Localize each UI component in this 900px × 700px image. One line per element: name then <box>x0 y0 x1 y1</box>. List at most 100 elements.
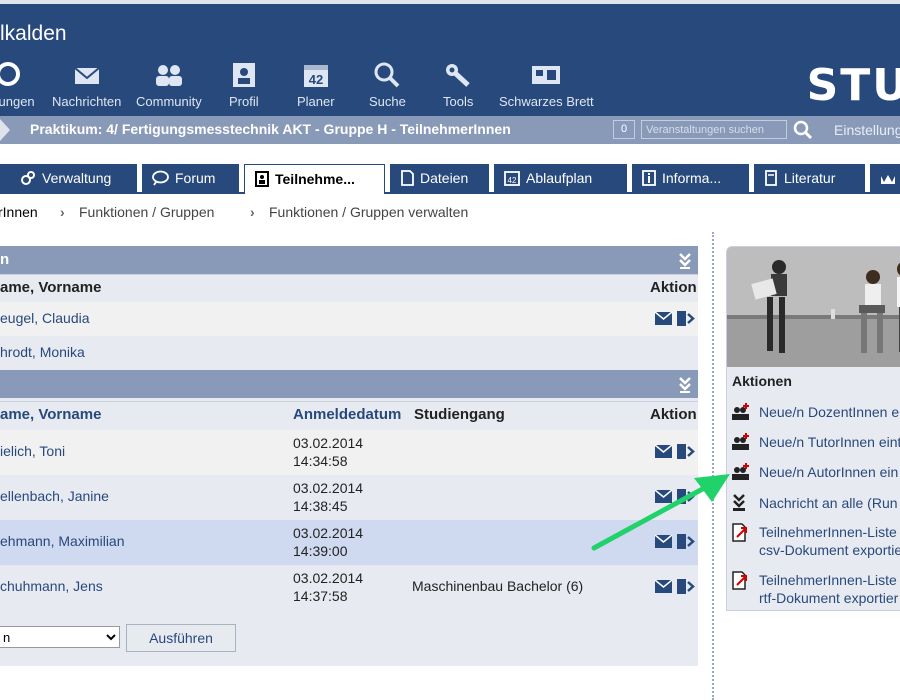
tab-participants[interactable]: Teilnehme... <box>244 164 385 194</box>
column-registration-date[interactable]: Anmeldedatum <box>293 402 401 428</box>
courses-icon <box>0 62 21 86</box>
nav-courses[interactable]: ltungen <box>0 62 35 109</box>
bulk-action-select[interactable]: n <box>0 626 120 648</box>
tab-information[interactable]: Informa... <box>632 164 749 192</box>
tab-more[interactable] <box>870 164 900 192</box>
nav-messages[interactable]: Nachrichten <box>52 62 121 109</box>
tab-schedule[interactable]: 42 Ablaufplan <box>494 164 627 192</box>
registration-date: 03.02.2014 <box>293 435 364 451</box>
mail-icon[interactable] <box>655 445 672 458</box>
study-program: Maschinenbau Bachelor (6) <box>412 578 584 594</box>
action-label-line2: csv-Dokument exportie <box>759 542 900 558</box>
execute-button[interactable]: Ausführen <box>126 624 236 652</box>
tab-literature[interactable]: Literatur <box>754 164 865 192</box>
tab-label: Teilnehme... <box>275 171 355 187</box>
remove-icon[interactable] <box>676 578 695 595</box>
breadcrumb-item[interactable]: Funktionen / Gruppen verwalten <box>269 204 468 220</box>
add-user-icon <box>732 403 749 420</box>
mail-icon <box>74 67 100 84</box>
column-study-program: Studiengang <box>414 406 505 423</box>
nav-label: Community <box>136 94 202 109</box>
collapse-icon[interactable] <box>678 251 692 269</box>
highlight-arrow-icon <box>591 474 730 551</box>
participant-name[interactable]: chuhmann, Jens <box>0 578 103 594</box>
svg-text:42: 42 <box>309 72 323 87</box>
literature-icon <box>765 170 777 186</box>
section-title: n <box>0 251 10 268</box>
search-icon <box>374 62 400 88</box>
wrench-icon <box>446 64 470 87</box>
nav-label: Schwarzes Brett <box>499 94 594 109</box>
settings-link[interactable]: Einstellung <box>834 122 900 138</box>
tab-files[interactable]: Dateien <box>390 164 489 192</box>
tab-previous[interactable] <box>0 164 10 192</box>
remove-icon[interactable] <box>676 443 695 460</box>
action-label: Nachricht an alle (Run <box>759 495 898 511</box>
tab-label: Literatur <box>784 170 836 186</box>
nav-planner[interactable]: 42 Planer <box>297 62 335 109</box>
community-icon <box>155 65 182 86</box>
participant-name[interactable]: eugel, Claudia <box>0 310 90 326</box>
table-header: ame, Vorname Anmeldedatum Studiengang Ak… <box>0 401 698 429</box>
course-count-badge: 0 <box>613 120 635 139</box>
bulk-action-bar: n Ausführen <box>0 612 698 666</box>
column-action: Aktion <box>650 279 697 296</box>
nav-label: Nachrichten <box>52 94 122 109</box>
breadcrumb-item[interactable]: rInnen <box>0 204 38 220</box>
actions-sidebar: Aktionen Neue/n DozentInnen e Neue/n Tut… <box>726 246 900 611</box>
search-icon[interactable] <box>793 120 813 140</box>
table-row: chuhmann, Jens 03.02.2014 14:37:58 Masch… <box>0 565 698 610</box>
participants-panel: n ame, Vorname Aktion eugel, Claudia hro… <box>0 246 698 666</box>
section-header: n <box>0 246 698 274</box>
nav-search[interactable]: Suche <box>369 62 406 109</box>
forum-icon <box>152 170 169 186</box>
column-name: ame, Vorname <box>0 279 102 296</box>
nav-label: Profil <box>229 94 259 109</box>
actions-title: Aktionen <box>732 373 792 389</box>
nav-label: Tools <box>443 94 474 109</box>
column-name[interactable]: ame, Vorname <box>0 402 101 428</box>
collapse-icon[interactable] <box>678 375 692 393</box>
context-bar: Praktikum: 4/ Fertigungsmesstechnik AKT … <box>0 116 900 144</box>
export-csv-link[interactable]: TeilnehmerInnen-Liste csv-Dokument expor… <box>731 523 900 559</box>
registration-date: 03.02.2014 <box>293 570 364 586</box>
table-row: hrodt, Monika <box>0 336 698 370</box>
mail-icon[interactable] <box>655 312 672 325</box>
nav-board[interactable]: Schwarzes Brett <box>499 62 594 109</box>
action-label: TeilnehmerInnen-Liste <box>759 572 897 588</box>
participant-name[interactable]: ehmann, Maximilian <box>0 533 125 549</box>
nav-tools[interactable]: Tools <box>443 62 473 109</box>
course-tabs: Verwaltung Forum Teilnehme... Dateien 42… <box>0 164 900 194</box>
info-icon <box>642 170 656 186</box>
column-action: Aktion <box>650 406 697 423</box>
breadcrumb-item[interactable]: Funktionen / Gruppen <box>79 204 214 220</box>
profile-icon <box>232 63 255 87</box>
remove-icon[interactable] <box>676 310 695 327</box>
nav-label: ltungen <box>0 94 35 109</box>
registration-time: 14:38:45 <box>293 498 348 514</box>
breadcrumb-separator-icon: › <box>60 204 65 220</box>
nav-profile[interactable]: Profil <box>229 62 259 109</box>
participant-name[interactable]: hrodt, Monika <box>0 344 85 360</box>
site-title: lkalden <box>0 22 67 45</box>
tab-administration[interactable]: Verwaltung <box>10 164 137 192</box>
participant-name[interactable]: ielich, Toni <box>0 443 65 459</box>
board-icon <box>532 66 561 84</box>
participant-name[interactable]: ellenbach, Janine <box>0 488 109 504</box>
action-label: Neue/n TutorInnen eint <box>759 434 900 450</box>
column-divider <box>712 232 714 700</box>
export-rtf-link[interactable]: TeilnehmerInnen-Liste rtf-Dokument expor… <box>731 571 900 607</box>
add-user-icon <box>732 433 749 450</box>
course-search-input[interactable] <box>641 120 787 139</box>
students-photo <box>727 247 900 367</box>
breadcrumb-separator-icon: › <box>250 204 255 220</box>
action-label: Neue/n DozentInnen e <box>759 404 900 420</box>
action-label: TeilnehmerInnen-Liste <box>759 524 897 540</box>
files-icon <box>401 170 414 186</box>
action-label: Neue/n AutorInnen ein <box>759 464 899 480</box>
nav-label: Planer <box>297 94 335 109</box>
tab-forum[interactable]: Forum <box>142 164 239 192</box>
table-row: ielich, Toni 03.02.2014 14:34:58 <box>0 430 698 475</box>
mail-icon[interactable] <box>655 580 672 593</box>
nav-community[interactable]: Community <box>136 62 202 109</box>
